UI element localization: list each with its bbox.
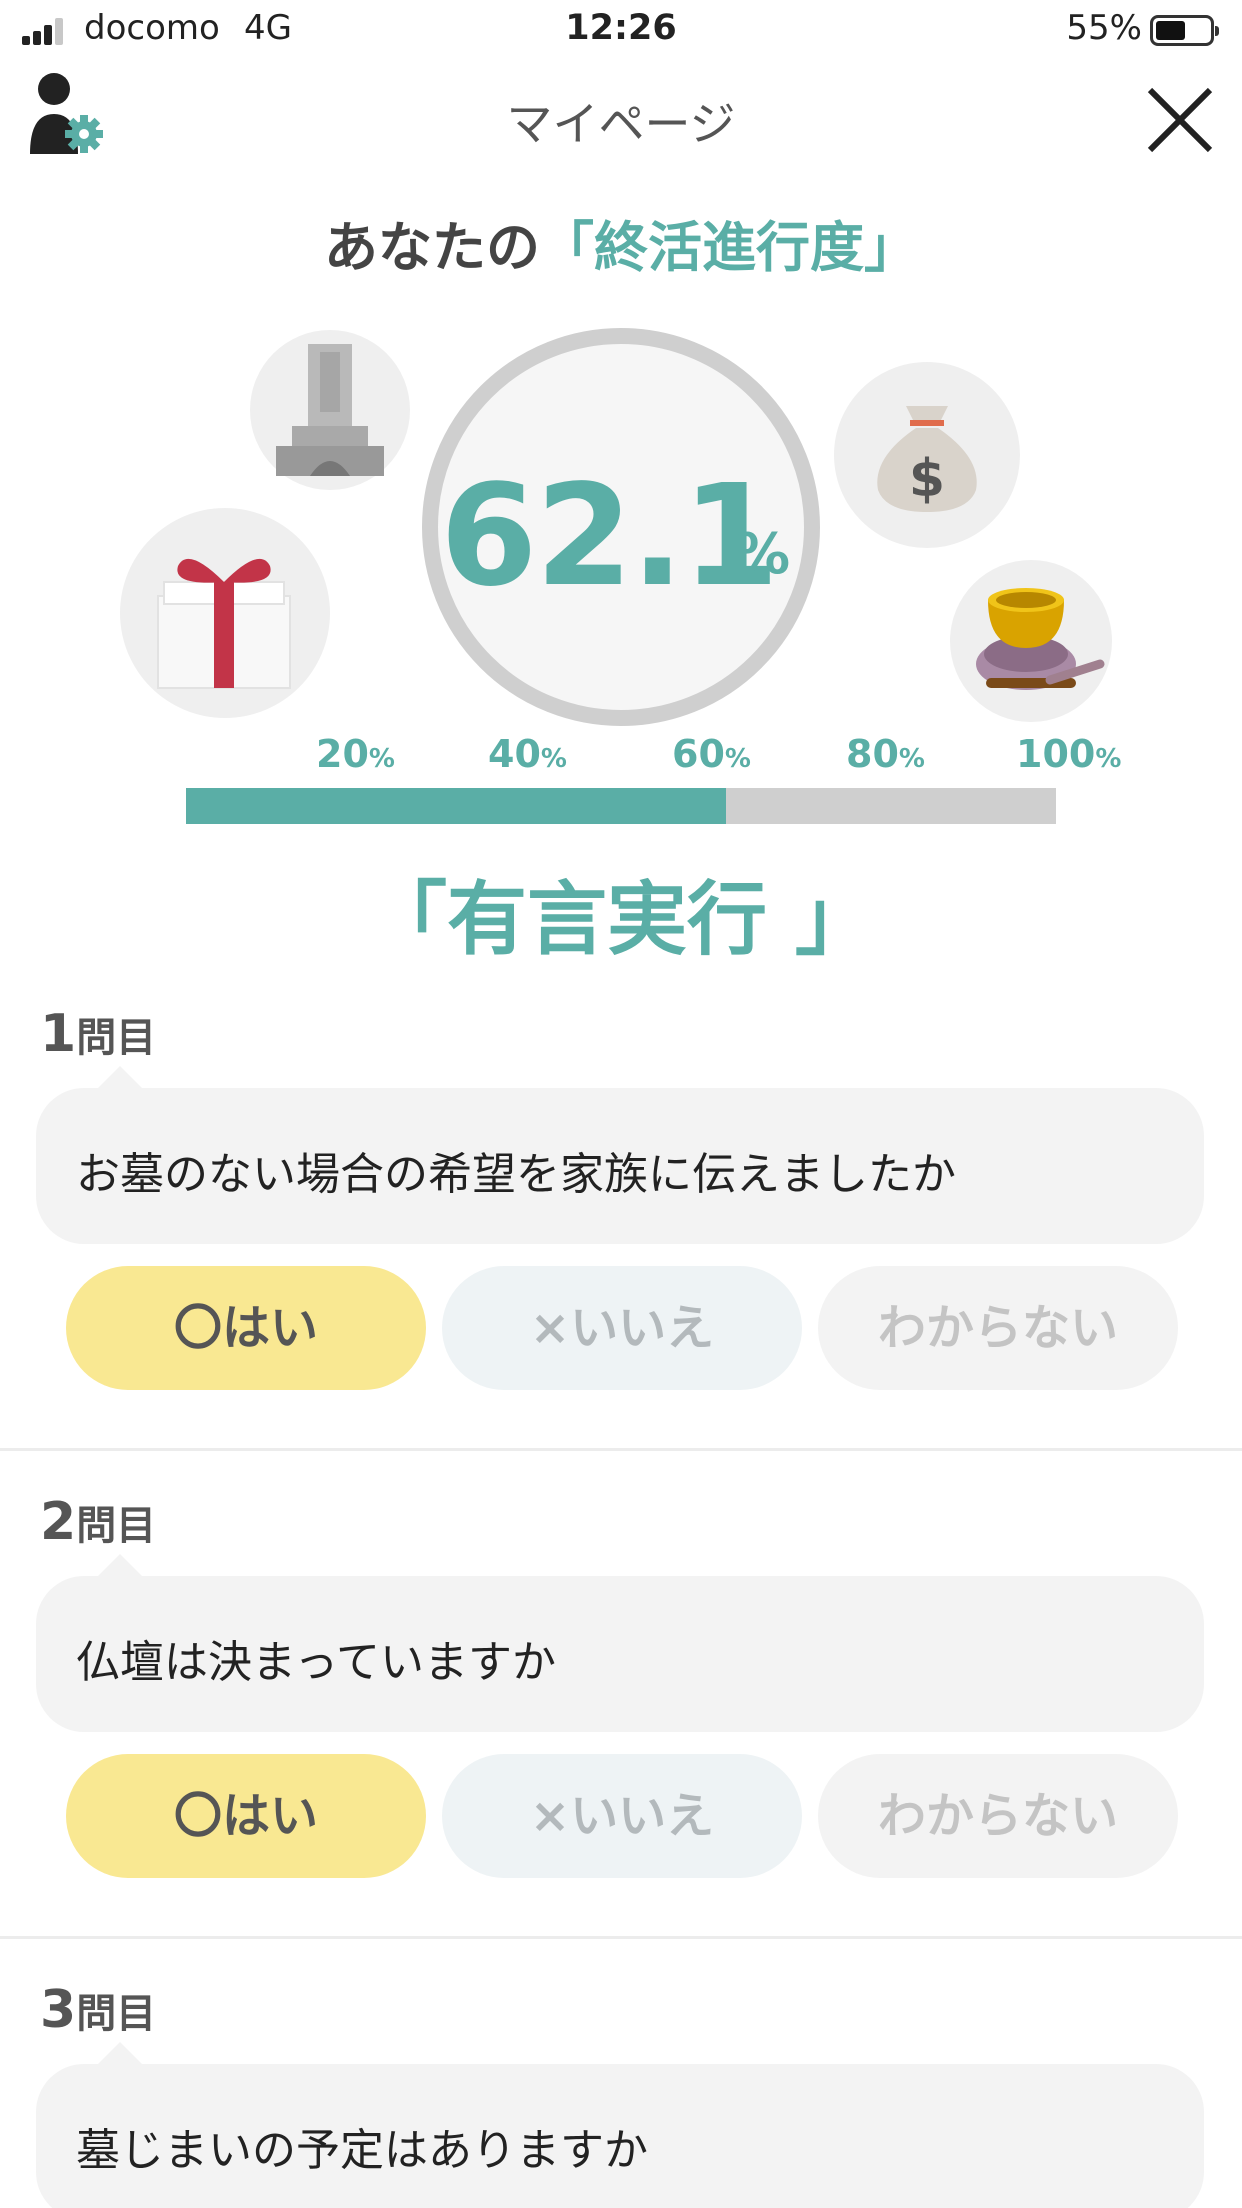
progress-bar	[186, 788, 1056, 824]
headline-accent: 「終活進行度」	[540, 216, 918, 279]
question-bubble: お墓のない場合の希望を家族に伝えましたか	[36, 1066, 1204, 1244]
grave-icon	[250, 330, 410, 490]
progress-bar-fill	[186, 788, 727, 824]
close-icon[interactable]	[1140, 80, 1220, 160]
gift-icon	[120, 508, 330, 718]
status-time: 12:26	[565, 8, 677, 48]
tick-label: 20%	[316, 732, 395, 776]
rank-label: 「有言実行 」	[367, 873, 875, 966]
money-bag-icon: $	[834, 362, 1020, 548]
tick-label: 40%	[488, 732, 567, 776]
divider	[0, 1936, 1242, 1939]
singing-bowl-icon	[950, 560, 1112, 722]
svg-text:$: $	[909, 449, 945, 509]
question-number: 2問目	[40, 1492, 157, 1552]
progress-percentage-value: 62.1	[440, 455, 779, 618]
answer-yes-button[interactable]: 〇はい	[66, 1754, 426, 1878]
question-text: 仏壇は決まっていますか	[76, 1637, 557, 1688]
tick-label: 100%	[1016, 732, 1122, 776]
divider	[0, 1448, 1242, 1451]
answer-unknown-button[interactable]: わからない	[818, 1266, 1178, 1390]
progress-percentage-unit: %	[734, 522, 791, 587]
question-text: お墓のない場合の希望を家族に伝えましたか	[76, 1149, 956, 1200]
answer-no-button[interactable]: ×いいえ	[442, 1266, 802, 1390]
headline-prefix: あなたの	[324, 216, 540, 279]
question-bubble: 墓じまいの予定はありますか	[36, 2042, 1204, 2208]
question-text: 墓じまいの予定はありますか	[76, 2125, 648, 2176]
battery-level-fill	[1156, 21, 1185, 40]
progress-headline: あなたの「終活進行度」	[0, 203, 1242, 282]
battery-icon	[1150, 15, 1219, 46]
tick-label: 80%	[846, 732, 925, 776]
battery-percentage: 55%	[1066, 8, 1142, 48]
question-bubble: 仏壇は決まっていますか	[36, 1554, 1204, 1732]
question-number: 3問目	[40, 1980, 157, 2040]
question-number: 1問目	[40, 1004, 157, 1064]
status-bar: docomo 4G 12:26 55%	[0, 0, 1242, 62]
answer-no-button[interactable]: ×いいえ	[442, 1754, 802, 1878]
page-title: マイページ	[506, 97, 736, 151]
answer-yes-button[interactable]: 〇はい	[66, 1266, 426, 1390]
tick-label: 60%	[672, 732, 751, 776]
answer-unknown-button[interactable]: わからない	[818, 1754, 1178, 1878]
